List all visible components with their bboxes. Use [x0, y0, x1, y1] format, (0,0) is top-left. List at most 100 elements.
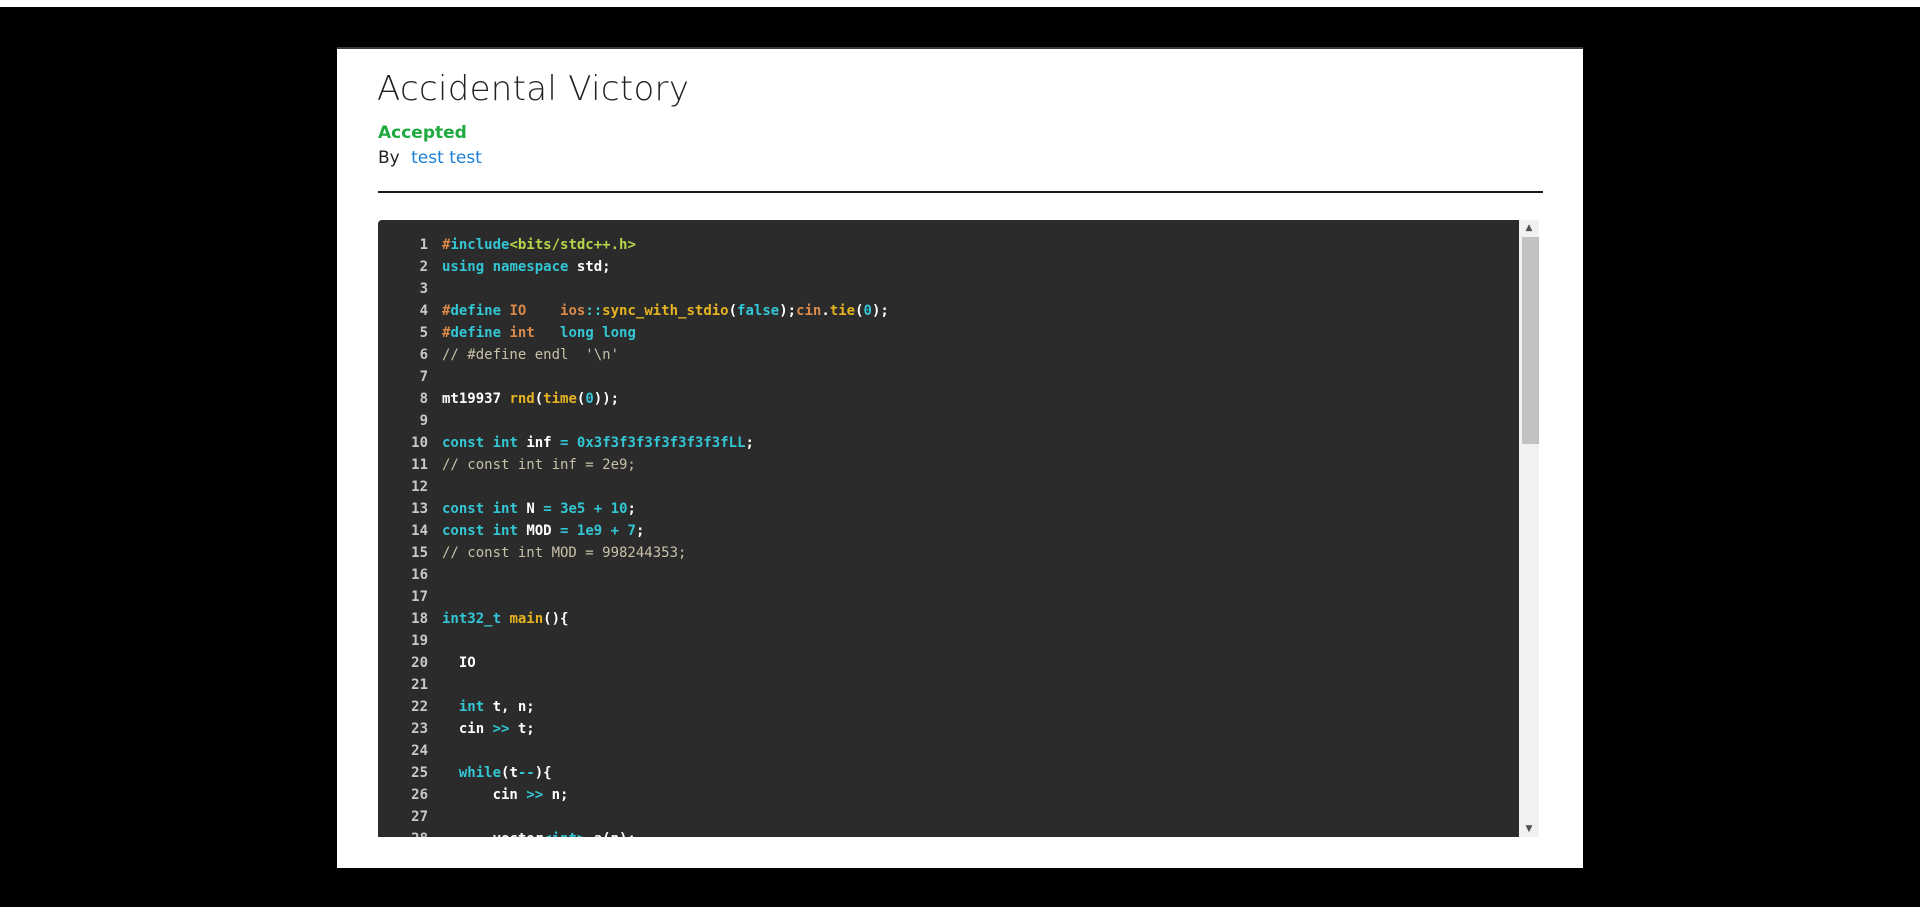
- code-line: 12: [378, 476, 1519, 498]
- code-token: >>: [526, 787, 544, 803]
- code-token: );: [871, 303, 889, 319]
- divider: [378, 191, 1543, 193]
- code-token: 7: [627, 523, 636, 539]
- line-number: 9: [419, 413, 428, 429]
- code-text: // #define endl '\n': [442, 344, 619, 366]
- code-text: cin >> n;: [442, 784, 569, 806]
- code-token: (: [855, 303, 864, 319]
- code-token: // const int inf = 2e9;: [442, 457, 636, 473]
- code-text: mt19937 rnd(time(0));: [442, 388, 619, 410]
- code-line: 6 // #define endl '\n': [378, 344, 1519, 366]
- top-strip: [0, 0, 1920, 7]
- code-token: IO ios: [501, 303, 586, 319]
- code-token: // const int MOD = 998244353;: [442, 545, 687, 561]
- code-token: vector: [442, 831, 544, 837]
- code-line: 11 // const int inf = 2e9;: [378, 454, 1519, 476]
- code-token: int: [552, 831, 577, 837]
- code-token: (: [534, 391, 544, 407]
- code-line: 19: [378, 630, 1519, 652]
- code-text: cin >> t;: [442, 718, 535, 740]
- code-line: 21: [378, 674, 1519, 696]
- line-number: 22: [411, 699, 428, 715]
- code-token: IO: [442, 655, 476, 671]
- code-token: long long: [560, 325, 636, 341]
- code-token: define: [450, 325, 502, 341]
- code-token: n;: [543, 787, 569, 803]
- code-viewer[interactable]: 1 #include<bits/stdc++.h> 2 using namespace…: [378, 220, 1519, 837]
- code-text: int t, n;: [442, 696, 535, 718]
- code-token: t, n;: [484, 699, 535, 715]
- code-text: const int MOD = 1e9 + 7;: [442, 520, 644, 542]
- line-number: 26: [411, 787, 428, 803]
- code-line: 25 while(t--){: [378, 762, 1519, 784]
- line-number: 6: [419, 347, 428, 363]
- code-text: using namespace std;: [442, 256, 611, 278]
- line-number: 10: [411, 435, 428, 451]
- code-token: cin: [442, 787, 527, 803]
- by-label: By: [378, 148, 400, 168]
- code-text: #include<bits/stdc++.h>: [442, 234, 636, 256]
- code-line: 4 #define IO ios::sync_with_stdio(false);…: [378, 300, 1519, 322]
- code-token: t;: [509, 721, 535, 737]
- code-token: std;: [568, 259, 611, 275]
- code-token: while: [458, 765, 502, 781]
- line-number: 2: [419, 259, 428, 275]
- code-token: ::: [585, 303, 603, 319]
- page-title: Accidental Victory: [377, 69, 690, 109]
- verdict-status: Accepted: [378, 123, 467, 143]
- scroll-up-arrow-icon[interactable]: ▲: [1519, 220, 1539, 236]
- code-line: 24: [378, 740, 1519, 762]
- code-line: 23 cin >> t;: [378, 718, 1519, 740]
- code-token: time: [543, 391, 577, 407]
- line-number: 21: [411, 677, 428, 693]
- code-token: ));: [593, 391, 620, 407]
- code-token: int: [492, 435, 518, 451]
- code-token: );: [779, 303, 797, 319]
- code-token: tie: [829, 303, 856, 319]
- author-link[interactable]: test test: [411, 148, 482, 168]
- code-token: ;: [745, 435, 754, 451]
- code-token: --: [517, 765, 535, 781]
- code-token: =: [543, 501, 552, 517]
- code-token: inf: [517, 435, 561, 451]
- code-scrollbar[interactable]: ▲ ▼: [1519, 220, 1539, 837]
- code-line: 22 int t, n;: [378, 696, 1519, 718]
- line-number: 18: [411, 611, 428, 627]
- code-token: main: [509, 611, 544, 627]
- code-token: 10: [610, 501, 628, 517]
- code-token: (: [728, 303, 738, 319]
- line-number: 24: [411, 743, 428, 759]
- code-text: while(t--){: [442, 762, 552, 784]
- code-line: 27: [378, 806, 1519, 828]
- code-line: 17: [378, 586, 1519, 608]
- code-token: ){: [534, 765, 552, 781]
- line-number: 5: [419, 325, 428, 341]
- code-token: int32_t: [442, 611, 502, 627]
- code-token: cin: [796, 303, 822, 319]
- line-number: 28: [378, 828, 442, 837]
- code-token: ;: [627, 501, 636, 517]
- code-text: const int inf = 0x3f3f3f3f3f3f3f3fLL;: [442, 432, 754, 454]
- code-token: int: [492, 523, 518, 539]
- code-token: include: [450, 237, 510, 253]
- code-token: 0: [863, 303, 872, 319]
- scrollbar-thumb[interactable]: [1522, 237, 1539, 444]
- code-token: sync_with_stdio: [602, 303, 729, 319]
- code-line: 9: [378, 410, 1519, 432]
- code-text: #define IO ios::sync_with_stdio(false);c…: [442, 300, 889, 322]
- line-number: 25: [411, 765, 428, 781]
- code-line: 15 // const int MOD = 998244353;: [378, 542, 1519, 564]
- scroll-down-arrow-icon[interactable]: ▼: [1519, 821, 1539, 837]
- line-number: 27: [411, 809, 428, 825]
- line-number: 19: [411, 633, 428, 649]
- code-lines: 1 #include<bits/stdc++.h> 2 using namespace…: [378, 220, 1519, 837]
- code-line: 7: [378, 366, 1519, 388]
